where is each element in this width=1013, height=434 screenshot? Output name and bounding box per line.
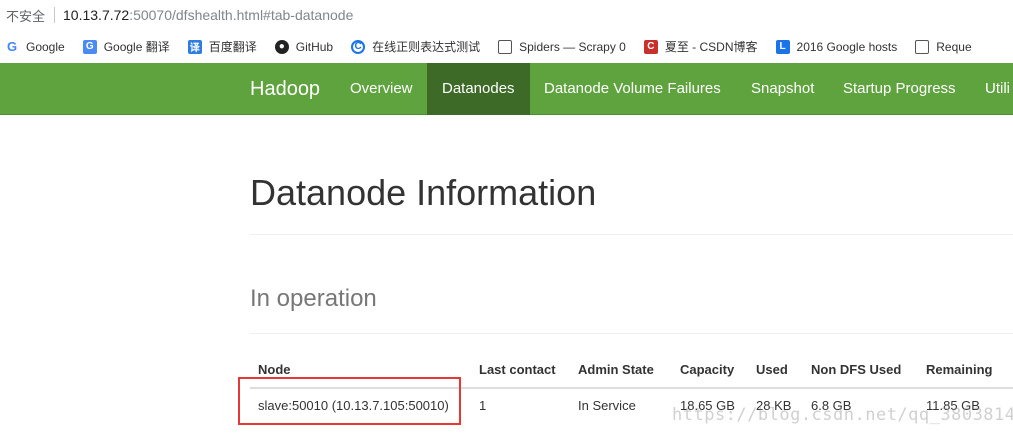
url-path: :50070/dfshealth.html#tab-datanode (129, 7, 354, 23)
bookmark-label: 夏至 - CSDN博客 (664, 40, 758, 54)
bookmark-github[interactable]: ● GitHub (274, 39, 334, 54)
security-status[interactable]: 不安全 (0, 6, 45, 25)
bookmark-label: GitHub (295, 39, 334, 54)
bookmark-csdn[interactable]: C 夏至 - CSDN博客 (643, 38, 758, 55)
cell-admin-state: In Service (578, 398, 636, 413)
bookmark-requests[interactable]: Reque (915, 39, 972, 54)
google-icon: G (6, 39, 18, 54)
nav-snapshot[interactable]: Snapshot (736, 63, 829, 115)
nav-overview[interactable]: Overview (335, 63, 428, 115)
baidu-translate-icon: 译 (187, 39, 202, 54)
hadoop-navbar: Hadoop Overview Datanodes Datanode Volum… (0, 63, 1013, 115)
col-header-used[interactable]: Used (756, 362, 788, 377)
regex-icon: C (351, 39, 366, 54)
col-header-last-contact[interactable]: Last contact (479, 362, 556, 377)
bookmarks-bar: G Google G Google 翻译 译 百度翻译 ● GitHub C 在… (0, 30, 1013, 63)
google-translate-icon: G (82, 39, 97, 54)
brand-logo[interactable]: Hadoop (250, 63, 320, 115)
address-divider (54, 7, 56, 23)
bookmark-label: Google (26, 39, 65, 54)
url-host: 10.13.7.72 (63, 7, 130, 23)
nav-utilities[interactable]: Utili (970, 63, 1013, 115)
page-title: Datanode Information (250, 172, 597, 213)
col-header-remaining[interactable]: Remaining (926, 362, 992, 377)
col-header-admin-state[interactable]: Admin State (578, 362, 654, 377)
bookmark-google[interactable]: G Google (5, 39, 65, 54)
nav-volume-failures[interactable]: Datanode Volume Failures (529, 63, 736, 115)
highlight-box (238, 377, 461, 425)
title-divider (250, 234, 1013, 235)
cell-last-contact: 1 (479, 398, 487, 413)
bookmark-label: Reque (936, 39, 972, 54)
col-header-non-dfs-used[interactable]: Non DFS Used (811, 362, 901, 377)
scrapy-icon (498, 39, 513, 54)
address-bar[interactable]: 不安全 10.13.7.72:50070/dfshealth.html#tab-… (0, 0, 1013, 30)
bookmark-label: 2016 Google hosts (796, 39, 898, 54)
bookmark-label: 百度翻译 (208, 40, 257, 54)
col-header-node[interactable]: Node (258, 362, 291, 377)
bookmark-label: 在线正则表达式测试 (372, 40, 481, 54)
bookmark-baidu-translate[interactable]: 译 百度翻译 (187, 38, 257, 55)
bookmark-regex[interactable]: C 在线正则表达式测试 (351, 38, 480, 55)
bookmark-google-translate[interactable]: G Google 翻译 (82, 38, 170, 55)
nav-datanodes[interactable]: Datanodes (427, 63, 530, 115)
section-title: In operation (250, 285, 377, 312)
bookmark-hosts[interactable]: L 2016 Google hosts (775, 39, 898, 54)
watermark: https://blog.csdn.net/qq_38038143 (672, 405, 1013, 425)
github-icon: ● (274, 39, 289, 54)
section-divider (250, 333, 1013, 334)
col-header-capacity[interactable]: Capacity (680, 362, 734, 377)
csdn-icon: C (643, 39, 658, 54)
nav-startup-progress[interactable]: Startup Progress (828, 63, 971, 115)
bookmark-scrapy[interactable]: Spiders — Scrapy 0 (498, 39, 626, 54)
bookmark-label: Spiders — Scrapy 0 (519, 39, 626, 54)
hosts-icon: L (775, 39, 790, 54)
requests-icon (915, 39, 930, 54)
bookmark-label: Google 翻译 (103, 40, 170, 54)
